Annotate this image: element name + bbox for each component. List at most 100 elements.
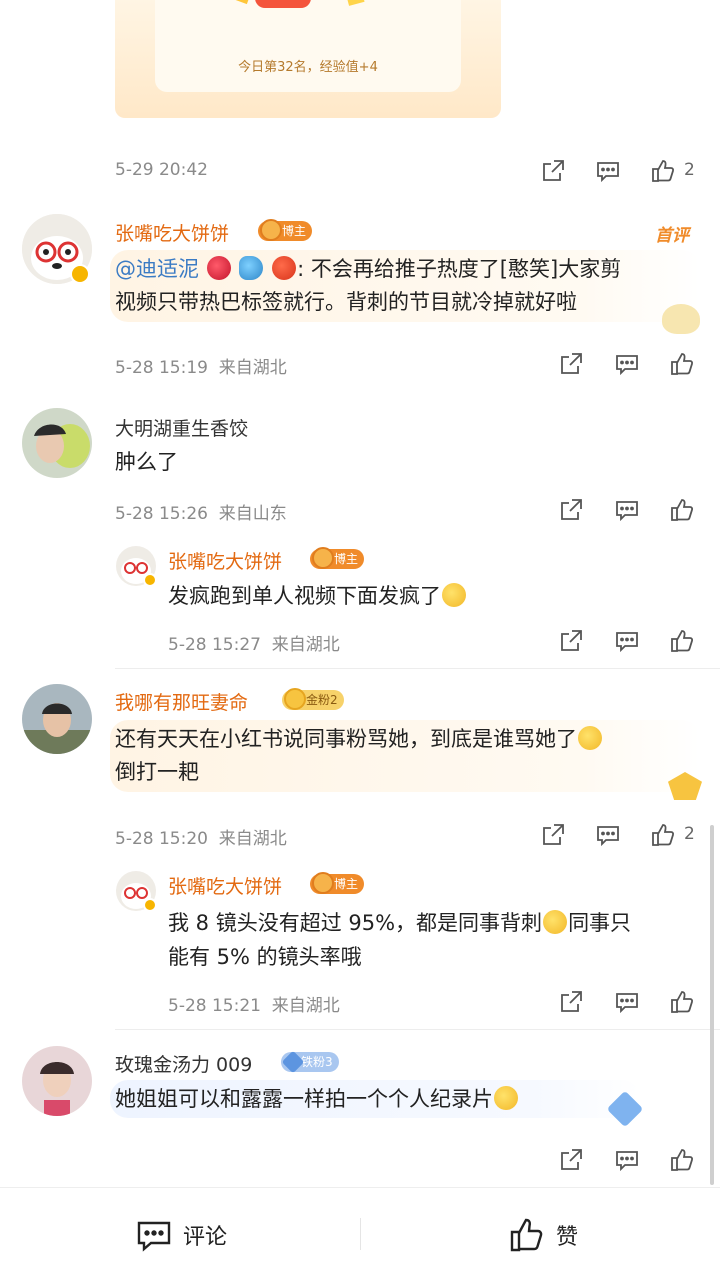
comment-location: 来自湖北 (218, 829, 287, 849)
comment-text-line2: 倒打一耙 (115, 760, 199, 784)
comment-text: 肿么了 (115, 450, 178, 474)
reply-location: 来自湖北 (271, 996, 340, 1016)
comment-time: 5-28 15:19 (115, 358, 208, 378)
fish-emoji-icon (239, 256, 264, 280)
comment-icon[interactable] (595, 158, 621, 184)
reply-time-location: 5-28 15:21 来自湖北 (168, 991, 340, 1016)
badge-label: 博主 (334, 877, 359, 891)
reply-text-line: 我 8 镜头没有超过 95%，都是同事背刺 (168, 911, 543, 935)
like-icon[interactable] (669, 1147, 695, 1173)
comment-button-label: 评论 (183, 1225, 228, 1250)
avatar[interactable] (22, 684, 92, 754)
comment-time-location: 5-28 15:26 来自山东 (115, 499, 287, 524)
like-button[interactable]: 赞 (508, 1216, 578, 1254)
comment-icon[interactable] (595, 822, 621, 848)
medal-icon (312, 547, 334, 569)
badge-label: 博主 (282, 224, 307, 238)
verified-icon (143, 573, 157, 587)
reply-text-line-end: 同事只 (568, 911, 632, 935)
iron-fan-badge: 铁粉3 (281, 1050, 339, 1074)
checkin-rank-text: 今日第32名，经验值+4 (238, 60, 378, 75)
comment-icon[interactable] (614, 497, 640, 523)
share-icon[interactable] (558, 497, 584, 523)
share-icon[interactable] (558, 1147, 584, 1173)
verified-icon (143, 898, 157, 912)
kiss-emoji-icon (494, 1086, 518, 1110)
comment-location: 来自湖北 (218, 358, 287, 378)
medal-icon (312, 872, 334, 894)
checkin-card-inner (155, 0, 461, 92)
commenter-name[interactable]: 大明湖重生香饺 (115, 414, 248, 441)
commenter-name[interactable]: 张嘴吃大饼饼 (115, 219, 229, 246)
first-comment-tag: 首评 (655, 226, 689, 246)
mention-link[interactable]: @迪适泥 (115, 257, 199, 281)
avatar[interactable] (22, 1046, 92, 1116)
badge-label: 金粉2 (306, 693, 338, 707)
comment-time: 5-29 20:42 (115, 160, 208, 180)
like-icon[interactable] (650, 158, 676, 184)
avatar[interactable] (22, 408, 92, 478)
gold-fan-badge: 金粉2 (282, 688, 344, 710)
comment-text-line: : 不会再给推子热度了[憨笑]大家剪 (297, 257, 622, 281)
share-icon[interactable] (558, 628, 584, 654)
laugh-cry-emoji-icon (442, 583, 466, 607)
comment-time: 5-28 15:26 (115, 504, 208, 524)
comment-text: @迪适泥 : 不会再给推子热度了[憨笑]大家剪 (115, 253, 705, 286)
like-icon[interactable] (669, 351, 695, 377)
medal-icon (284, 688, 306, 710)
comment-icon[interactable] (614, 989, 640, 1015)
comment-location: 来自山东 (218, 504, 287, 524)
cherry-emoji-icon (206, 256, 231, 280)
comment-time-location: 5-28 15:19 来自湖北 (115, 353, 287, 378)
comment-icon (137, 1221, 171, 1252)
comment-text-line2: 视频只带热巴标签就行。背刺的节目就冷掉就好啦 (115, 290, 577, 314)
divider (115, 668, 720, 669)
like-icon[interactable] (669, 497, 695, 523)
reply-text-line2: 能有 5% 的镜头率哦 (168, 945, 362, 969)
comment-icon[interactable] (614, 351, 640, 377)
tomato-illustration (255, 0, 311, 8)
comment-text: 还有天天在小红书说同事粉骂她，到底是谁骂她了 (115, 723, 603, 756)
divider (360, 1218, 361, 1250)
like-count: 2 (684, 160, 695, 180)
comment-icon[interactable] (614, 628, 640, 654)
share-icon[interactable] (558, 351, 584, 377)
blogger-badge: 博主 (310, 872, 365, 894)
tomato-emoji-icon (272, 256, 297, 280)
comment-time-location: 5-28 15:20 来自湖北 (115, 824, 287, 849)
like-icon[interactable] (669, 628, 695, 654)
reply-text: 我 8 镜头没有超过 95%，都是同事背刺 同事只 (168, 907, 631, 940)
comment-button[interactable]: 评论 (135, 1216, 227, 1254)
blush-emoji-icon (543, 910, 568, 934)
like-button-label: 赞 (556, 1225, 579, 1250)
comment-icon[interactable] (614, 1147, 640, 1173)
reply-time: 5-28 15:27 (168, 635, 261, 655)
commenter-name[interactable]: 玫瑰金汤力 009 (115, 1050, 252, 1077)
verified-icon (70, 264, 90, 284)
like-icon (510, 1218, 543, 1252)
commenter-name[interactable]: 我哪有那旺妻命 (115, 688, 248, 715)
divider (115, 1029, 720, 1030)
reply-location: 来自湖北 (271, 635, 340, 655)
medal-icon (260, 219, 282, 241)
like-count: 2 (684, 824, 695, 844)
reply-time-location: 5-28 15:27 来自湖北 (168, 630, 340, 655)
blogger-badge: 博主 (258, 219, 313, 241)
reply-text-content: 发疯跑到单人视频下面发疯了 (168, 584, 441, 608)
sweat-emoji-icon (578, 726, 602, 750)
bottom-action-bar: 评论 赞 (0, 1187, 720, 1281)
share-icon[interactable] (558, 989, 584, 1015)
badge-label: 铁粉3 (301, 1055, 333, 1069)
like-icon[interactable] (650, 822, 676, 848)
badge-label: 博主 (334, 552, 359, 566)
replier-name[interactable]: 张嘴吃大饼饼 (168, 547, 282, 574)
share-icon[interactable] (540, 158, 566, 184)
reply-time: 5-28 15:21 (168, 996, 261, 1016)
comment-text-content: 她姐姐可以和露露一样拍一个个人纪录片 (115, 1087, 493, 1111)
comment-text-line: 还有天天在小红书说同事粉骂她，到底是谁骂她了 (115, 727, 577, 751)
replier-name[interactable]: 张嘴吃大饼饼 (168, 872, 282, 899)
share-icon[interactable] (540, 822, 566, 848)
scrollbar[interactable] (710, 825, 714, 1185)
comment-time: 5-28 15:20 (115, 829, 208, 849)
like-icon[interactable] (669, 989, 695, 1015)
